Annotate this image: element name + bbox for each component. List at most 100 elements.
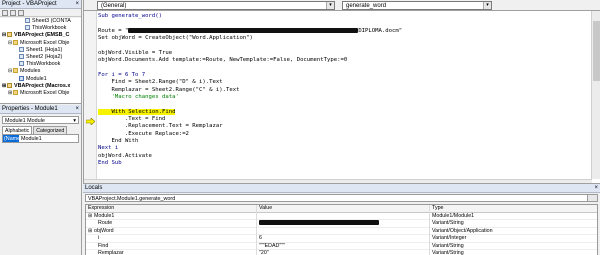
close-icon[interactable]: × (75, 0, 79, 9)
property-name: (Name) (3, 135, 22, 142)
code-text: Next i (98, 145, 119, 152)
tree-node[interactable]: ⊟ VBAProject (EMSB_C (0, 32, 81, 39)
tree-node[interactable]: Module1 (0, 76, 81, 83)
header-expression[interactable]: Expression (88, 205, 253, 213)
call-stack-button[interactable] (587, 195, 597, 201)
close-icon[interactable]: × (75, 105, 79, 114)
tab-alphabetic[interactable]: Alphabetic (2, 126, 33, 134)
local-value: """EDAD""" (256, 242, 426, 250)
folder-icon (13, 68, 18, 74)
local-expression-text: Module1 (94, 212, 115, 219)
workbook-icon (19, 61, 24, 67)
locals-row[interactable]: Route Variant/String (86, 220, 597, 228)
locals-title-bar[interactable]: Locals × (83, 184, 600, 193)
object-select[interactable]: Module1 Module ▾ (2, 116, 79, 124)
code-line[interactable]: End With (98, 138, 138, 145)
tree-node[interactable]: ThisWorkbook (0, 25, 81, 32)
tree-node[interactable]: ThisWorkbook (0, 61, 81, 68)
code-text: objWord.Documents.Add template:=Route, N… (98, 57, 348, 64)
code-text: .Text = Find (98, 115, 166, 122)
local-expression-text: objWord (94, 227, 114, 234)
property-row[interactable]: (Name) Module1 (2, 135, 79, 143)
local-value (256, 227, 426, 235)
locals-row[interactable]: Find """EDAD""" Variant/String (86, 242, 597, 250)
local-expression-text: Route (98, 220, 113, 226)
locals-row[interactable]: ⊞ Module1 Module1/Module1 (86, 212, 597, 220)
header-value[interactable]: Value (256, 205, 426, 213)
code-line[interactable]: Set objWord = CreateObject("Word.Applica… (98, 35, 253, 42)
project-tree[interactable]: Sheet3 (CONTA ThisWorkbook ⊟ VBAProject (EM… (0, 18, 81, 104)
object-dropdown-value: (General) (101, 3, 127, 9)
local-expression-text: i (98, 235, 100, 241)
tree-node-label: ThisWorkbook (26, 61, 61, 68)
sheet-icon (19, 54, 24, 60)
close-icon[interactable]: × (594, 184, 598, 193)
code-text: .Replacement.Text = Remplazar (98, 123, 223, 130)
tree-node[interactable]: Sheet3 (CONTA (0, 18, 81, 25)
project-toolbar (0, 9, 81, 17)
code-line[interactable]: With Selection.Find (98, 108, 176, 116)
local-expression: i (88, 235, 253, 243)
local-type: Variant/String (429, 250, 594, 255)
object-dropdown[interactable]: (General) ▾ (97, 1, 335, 10)
tree-node-label: Module1 (26, 75, 47, 82)
locals-row[interactable]: Remplazar "20" Variant/String (86, 250, 597, 255)
code-comment: 'Macro changes data' (98, 93, 179, 100)
code-dropdowns: (General) ▾ generate_word ▾ (84, 0, 600, 11)
tree-node-label: Sheet2 (Hoja2) (26, 53, 63, 60)
local-type: Variant/Integer (429, 235, 594, 243)
code-line[interactable]: Route = " DIPLOMA.docm" (98, 27, 403, 35)
code-line[interactable]: Sub generate_word() (98, 13, 162, 20)
code-line[interactable]: objWord.Activate (98, 153, 152, 160)
toggle-folders-icon[interactable] (18, 10, 24, 16)
code-line[interactable]: objWord.Documents.Add template:=Route, N… (98, 57, 347, 64)
local-expression: Remplazar (88, 250, 253, 255)
code-line[interactable]: For i = 6 To 7 (98, 72, 145, 79)
view-code-icon[interactable] (2, 10, 8, 16)
locals-row[interactable]: ⊞ objWord Variant/Object/Application (86, 227, 597, 235)
tree-node-label: Modules (20, 68, 41, 75)
project-icon (7, 82, 12, 88)
code-text: End Sub (98, 160, 122, 166)
tree-node-label: Sheet1 (Hoja1) (26, 46, 63, 53)
code-text: For i = 6 To 7 (98, 71, 146, 78)
code-line[interactable]: 'Macro changes data' (98, 93, 179, 101)
header-type[interactable]: Type (429, 205, 594, 213)
code-line[interactable]: Next i (98, 145, 118, 152)
code-line[interactable]: .Text = Find (98, 116, 165, 123)
tree-node[interactable]: Sheet1 (Hoja1) (0, 47, 81, 54)
locals-header-row: Expression Value Type (86, 205, 597, 213)
tree-node[interactable]: ⊞ VBAProject (Macros.x (0, 83, 81, 90)
local-type: Variant/Object/Application (429, 227, 594, 235)
tree-node-label: ThisWorkbook (32, 25, 67, 32)
tree-node[interactable]: ⊟ Microsoft Excel Obje (0, 40, 81, 47)
sheet-icon (25, 18, 30, 24)
local-type: Variant/String (429, 220, 594, 228)
code-line[interactable]: .Execute Replace:=2 (98, 131, 189, 138)
code-text: DIPLOMA.docm" (358, 27, 403, 34)
tree-node[interactable]: Sheet2 (Hoja2) (0, 54, 81, 61)
scroll-thumb[interactable] (593, 21, 600, 81)
code-text: Set objWord = CreateObject("Word.Applica… (98, 35, 253, 42)
tree-node-label: VBAProject (EMSB_C (14, 32, 70, 39)
code-line[interactable]: End Sub (98, 160, 122, 167)
code-line[interactable]: Find = Sheet2.Range("D" & i).Text (98, 79, 222, 86)
tree-node[interactable]: ⊟ Modules (0, 68, 81, 75)
procedure-dropdown-value: generate_word (346, 3, 387, 9)
tree-node-label: Sheet3 (CONTA (32, 18, 71, 24)
view-object-icon[interactable] (10, 10, 16, 16)
code-editor[interactable]: Sub generate_word() Route = " DIPLOMA.docm… (98, 11, 588, 179)
code-line[interactable]: objWord.Visible = True (98, 50, 172, 57)
property-value[interactable]: Module1 (19, 135, 42, 142)
code-line[interactable]: Remplazar = Sheet2.Range("C" & i).Text (98, 87, 239, 94)
code-margin[interactable] (84, 11, 97, 179)
locals-row[interactable]: i 6 Variant/Integer (86, 235, 597, 243)
code-line[interactable]: .Replacement.Text = Remplazar (98, 123, 223, 130)
procedure-dropdown[interactable]: generate_word ▾ (342, 1, 492, 10)
tab-categorized[interactable]: Categorized (33, 126, 68, 134)
properties-panel-title-bar[interactable]: Properties - Module1 × (0, 105, 81, 114)
tree-node[interactable]: ⊞ Microsoft Excel Obje (0, 90, 81, 97)
local-value: 6 (256, 235, 426, 243)
vertical-scrollbar[interactable] (591, 11, 600, 179)
project-panel-title-bar[interactable]: Project - VBAProject × (0, 0, 81, 9)
